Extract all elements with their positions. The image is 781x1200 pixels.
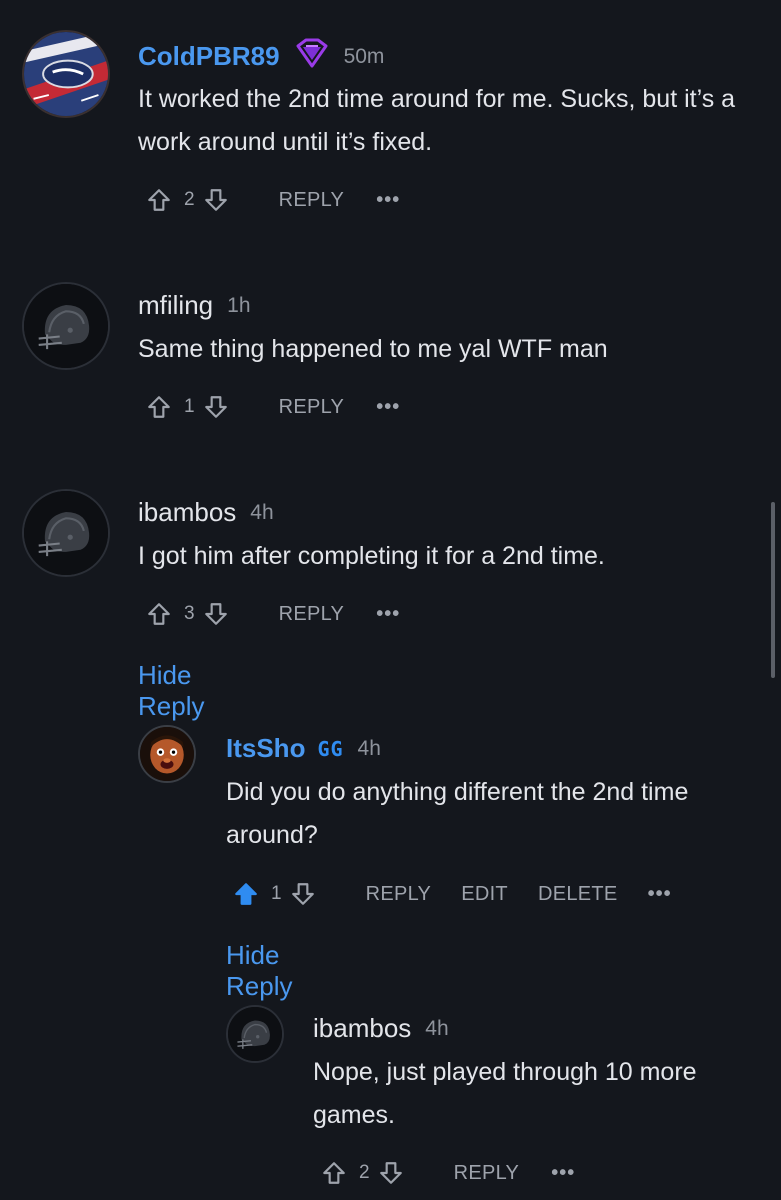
username[interactable]: ibambos xyxy=(313,1013,411,1044)
edit-button[interactable]: EDIT xyxy=(461,883,508,906)
reply-button[interactable]: REPLY xyxy=(454,1162,520,1185)
comment-text: Same thing happened to me yal WTF man xyxy=(138,335,608,363)
hide-reply-link[interactable]: Hide Reply xyxy=(138,660,204,722)
timestamp: 50m xyxy=(343,44,385,68)
vote-count: 3 xyxy=(184,603,195,624)
purple-gem-badge-icon xyxy=(294,38,330,75)
reply-button[interactable]: REPLY xyxy=(279,396,345,419)
timestamp: 4h xyxy=(250,500,274,524)
downvote-icon[interactable] xyxy=(378,1160,404,1186)
comment-text: Nope, just played through 10 more games. xyxy=(313,1058,697,1129)
more-options-icon[interactable]: ••• xyxy=(376,189,400,212)
vote-count: 1 xyxy=(184,396,195,417)
comment-text: It worked the 2nd time around for me. Su… xyxy=(138,85,736,156)
username[interactable]: ibambos xyxy=(138,497,236,528)
upvote-icon[interactable] xyxy=(146,601,172,627)
reply-button[interactable]: REPLY xyxy=(279,189,345,212)
upvote-icon[interactable] xyxy=(146,394,172,420)
upvote-icon[interactable] xyxy=(233,881,259,907)
avatar[interactable] xyxy=(22,489,110,577)
comment-text: Did you do anything different the 2nd ti… xyxy=(226,778,689,849)
username[interactable]: ItsSho xyxy=(226,733,305,764)
avatar[interactable] xyxy=(226,1005,284,1063)
hide-reply-link[interactable]: Hide Reply xyxy=(226,940,292,1002)
reply-button[interactable]: REPLY xyxy=(279,603,345,626)
avatar[interactable] xyxy=(22,282,110,370)
downvote-icon[interactable] xyxy=(203,601,229,627)
more-options-icon[interactable]: ••• xyxy=(376,396,400,419)
upvote-icon[interactable] xyxy=(321,1160,347,1186)
vote-count: 1 xyxy=(271,883,282,904)
more-options-icon[interactable]: ••• xyxy=(376,603,400,626)
avatar[interactable] xyxy=(22,30,110,118)
username[interactable]: mfiling xyxy=(138,290,213,321)
timestamp: 4h xyxy=(425,1016,449,1040)
comment-text: I got him after completing it for a 2nd … xyxy=(138,542,605,570)
downvote-icon[interactable] xyxy=(203,394,229,420)
more-options-icon[interactable]: ••• xyxy=(551,1162,575,1185)
gg-badge-icon: GG xyxy=(317,736,344,761)
timestamp: 4h xyxy=(357,736,381,760)
avatar[interactable] xyxy=(138,725,196,783)
scrollbar[interactable] xyxy=(771,502,775,678)
reply-button[interactable]: REPLY xyxy=(366,883,432,906)
downvote-icon[interactable] xyxy=(290,881,316,907)
vote-count: 2 xyxy=(184,189,195,210)
timestamp: 1h xyxy=(227,293,251,317)
username[interactable]: ColdPBR89 xyxy=(138,41,280,72)
downvote-icon[interactable] xyxy=(203,187,229,213)
upvote-icon[interactable] xyxy=(146,187,172,213)
more-options-icon[interactable]: ••• xyxy=(648,883,672,906)
delete-button[interactable]: DELETE xyxy=(538,883,618,906)
vote-count: 2 xyxy=(359,1162,370,1183)
